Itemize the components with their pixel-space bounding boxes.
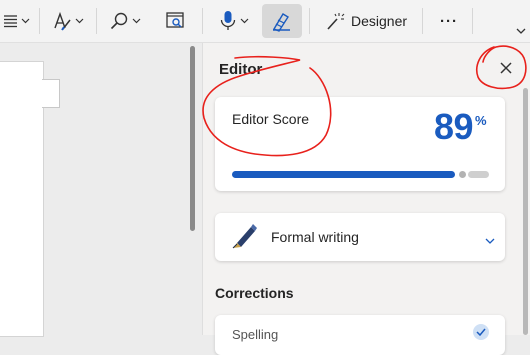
corrections-heading: Corrections — [215, 285, 294, 301]
editor-score-value: 89 — [434, 106, 474, 147]
score-progress-bar — [232, 171, 455, 178]
fountain-pen-icon — [229, 221, 259, 256]
score-progress-marker — [459, 171, 466, 178]
editor-pane-title: Editor — [219, 61, 263, 78]
align-dropdown-button[interactable] — [0, 4, 34, 38]
more-options-label: ··· — [440, 12, 458, 30]
more-options-button[interactable]: ··· — [432, 4, 466, 38]
editor-pane: Editor Editor Score 89 % Formal writing … — [203, 43, 530, 355]
dictate-dropdown-button[interactable] — [212, 4, 256, 38]
toolbar-separator — [472, 8, 473, 34]
align-icon — [4, 14, 18, 28]
writing-style-dropdown[interactable]: Formal writing — [215, 213, 505, 261]
microphone-icon — [219, 10, 237, 32]
toolbar-separator — [96, 8, 97, 34]
chevron-down-icon — [75, 18, 84, 24]
close-pane-button[interactable] — [493, 57, 519, 83]
toolbar-separator — [202, 8, 203, 34]
chevron-down-icon — [516, 28, 526, 35]
close-icon — [500, 61, 512, 79]
search-icon — [109, 11, 129, 31]
editor-score-card[interactable]: Editor Score 89 % — [215, 97, 505, 191]
toolbar-separator — [309, 8, 310, 34]
designer-button[interactable]: Designer — [318, 4, 414, 38]
comment-marker[interactable] — [42, 79, 60, 108]
chevron-down-icon — [485, 232, 495, 250]
toolbar-separator — [39, 8, 40, 34]
chevron-down-icon — [21, 18, 30, 24]
reader-view-icon — [165, 11, 185, 31]
checkmark-icon — [473, 324, 489, 340]
text-style-icon — [52, 11, 72, 31]
editor-pen-icon — [271, 10, 293, 32]
pane-scrollbar[interactable] — [523, 88, 528, 335]
expand-ribbon-button[interactable] — [512, 22, 530, 40]
editor-button[interactable] — [262, 4, 302, 38]
spelling-card[interactable]: Spelling — [215, 315, 505, 355]
chevron-down-icon — [240, 18, 249, 24]
chevron-down-icon — [132, 18, 141, 24]
immersive-reader-button[interactable] — [158, 4, 192, 38]
ribbon-toolbar: Designer ··· — [0, 0, 530, 43]
editor-score-label: Editor Score — [232, 111, 310, 127]
find-dropdown-button[interactable] — [104, 4, 146, 38]
magic-wand-icon — [325, 11, 345, 31]
toolbar-separator — [422, 8, 423, 34]
editor-score-unit: % — [475, 113, 487, 128]
designer-label: Designer — [350, 13, 408, 29]
styles-dropdown-button[interactable] — [48, 4, 88, 38]
document-canvas[interactable] — [0, 43, 202, 337]
document-page[interactable] — [0, 61, 44, 337]
document-scrollbar[interactable] — [190, 46, 195, 231]
score-progress-remaining — [468, 171, 489, 178]
writing-style-label: Formal writing — [271, 229, 359, 245]
